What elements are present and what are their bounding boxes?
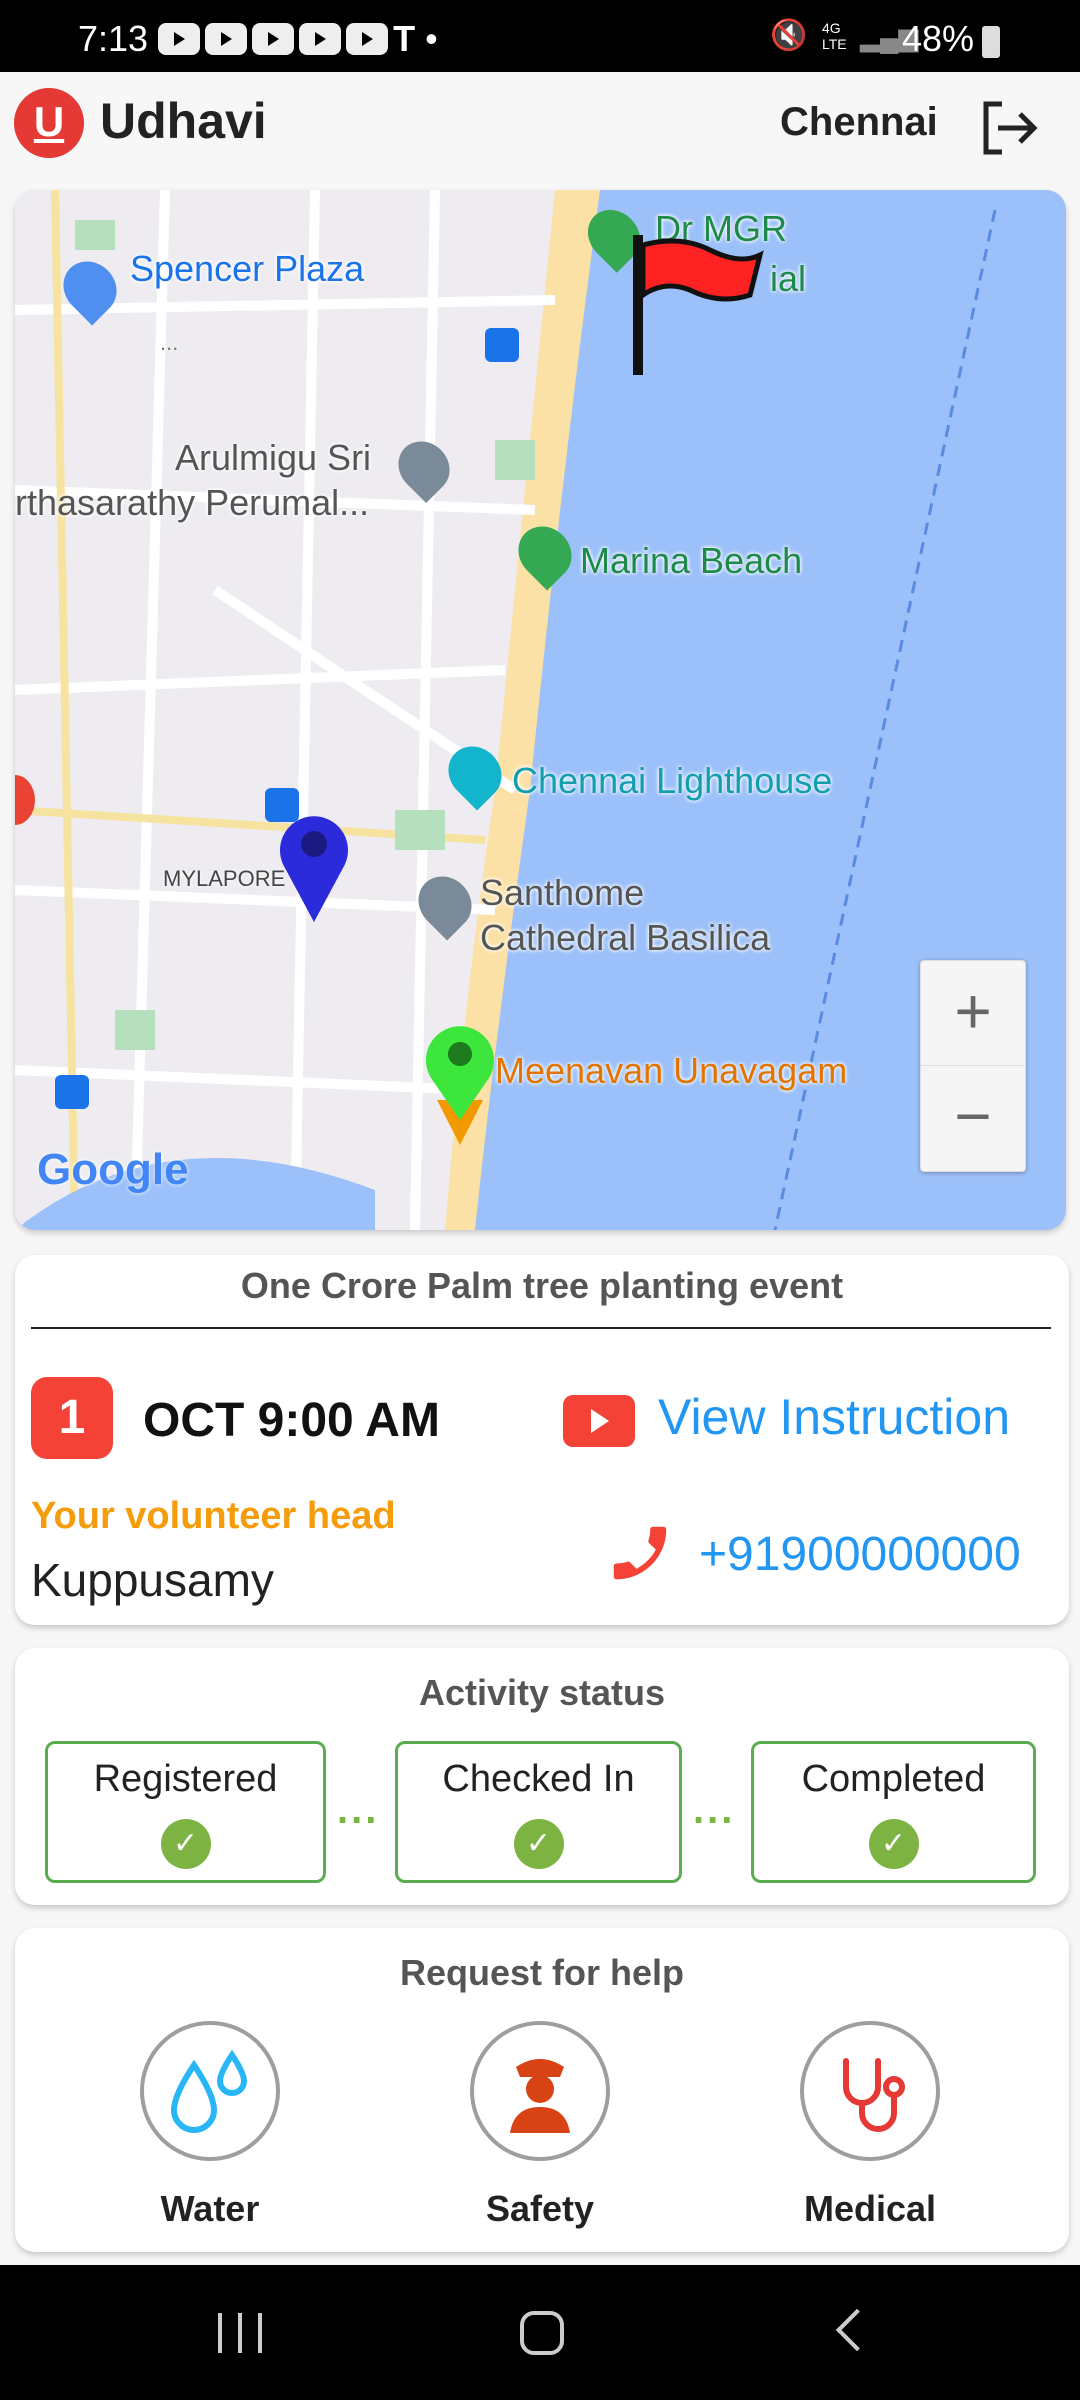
- check-icon: ✓: [513, 1819, 564, 1869]
- status-bar: 7:13 T • 🔇 4G LTE ▂▄▆ 48%: [0, 0, 1080, 72]
- divider: [31, 1327, 1051, 1329]
- volunteer-name: Kuppusamy: [31, 1554, 274, 1606]
- step-checked-in: Checked In ✓: [395, 1741, 682, 1883]
- home-button[interactable]: [520, 2311, 564, 2355]
- map-label-mylapore: MYLAPORE: [163, 866, 286, 891]
- app-logo: U: [14, 88, 84, 158]
- step-label: Completed: [801, 1758, 986, 1800]
- event-card: One Crore Palm tree planting event 1 OCT…: [15, 1255, 1069, 1625]
- event-title: One Crore Palm tree planting event: [240, 1265, 844, 1306]
- water-label: Water: [160, 2188, 260, 2229]
- metro-station-icon-3: [55, 1075, 89, 1109]
- map-label-lighthouse: Chennai Lighthouse: [512, 760, 833, 801]
- map-label-cathedral: Cathedral Basilica: [480, 917, 771, 958]
- back-button[interactable]: [835, 2308, 879, 2352]
- battery-percent: 48%: [902, 18, 975, 59]
- destination-pin-icon[interactable]: [423, 1020, 497, 1145]
- check-icon: ✓: [160, 1819, 211, 1869]
- metro-station-icon: [485, 328, 519, 362]
- phone-icon[interactable]: [605, 1517, 675, 1589]
- google-logo: Google: [37, 1145, 189, 1194]
- map-label-santhome: Santhome: [480, 872, 645, 913]
- zoom-out-button[interactable]: −: [921, 1066, 1025, 1171]
- police-officer-icon: [510, 2059, 570, 2133]
- battery-icon: [982, 26, 1000, 58]
- zoom-in-button[interactable]: +: [921, 961, 1025, 1066]
- stethoscope-icon: [843, 2058, 905, 2132]
- volunteer-head-label: Your volunteer head: [31, 1495, 396, 1537]
- event-day-badge: 1: [31, 1377, 113, 1459]
- youtube-icon[interactable]: [563, 1395, 635, 1447]
- safety-help-button[interactable]: [470, 2021, 610, 2161]
- activity-title: Activity status: [418, 1672, 666, 1713]
- zoom-controls: + −: [920, 960, 1026, 1172]
- network-icon: 4G LTE: [822, 20, 847, 52]
- map-label-meenavan: Meenavan Unavagam: [495, 1050, 848, 1091]
- step-registered: Registered ✓: [45, 1741, 326, 1883]
- map-label-temple-2: rthasarathy Perumal...: [15, 482, 370, 523]
- water-help-button[interactable]: [140, 2021, 280, 2161]
- help-request-card: Request for help Water Safety Medical: [15, 1928, 1069, 2252]
- check-icon: ✓: [868, 1819, 919, 1869]
- step-label: Checked In: [442, 1758, 635, 1800]
- system-nav-bar: [0, 2265, 1080, 2400]
- medical-help-button[interactable]: [800, 2021, 940, 2161]
- event-flag-icon[interactable]: [630, 235, 770, 375]
- status-time: 7:13 T •: [78, 18, 438, 59]
- step-label: Registered: [93, 1758, 278, 1800]
- map-label-temple: Arulmigu Sri: [175, 437, 372, 478]
- medical-label: Medical: [803, 2188, 937, 2229]
- step-completed: Completed ✓: [751, 1741, 1036, 1883]
- mute-icon: 🔇: [770, 19, 808, 52]
- event-date-time: OCT 9:00 AM: [143, 1394, 440, 1447]
- safety-label: Safety: [485, 2188, 595, 2229]
- view-instruction-link[interactable]: View Instruction: [658, 1388, 1010, 1446]
- step-connector-2: ...: [693, 1788, 736, 1832]
- carrier-icon: T: [393, 18, 416, 59]
- logout-icon[interactable]: [980, 100, 1040, 156]
- map-label-memorial: ial: [770, 258, 807, 299]
- app-name: Udhavi: [100, 93, 267, 149]
- city-selector[interactable]: Chennai: [780, 100, 938, 145]
- user-location-pin-icon[interactable]: [277, 810, 351, 922]
- step-connector: ...: [337, 1788, 380, 1832]
- help-title: Request for help: [399, 1952, 685, 1993]
- water-drops-icon: [170, 2049, 248, 2133]
- map-label-marina-beach: Marina Beach: [580, 540, 803, 581]
- map-view[interactable]: Spencer Plaza ... Dr MGR ial Arulmigu Sr…: [15, 190, 1066, 1230]
- activity-status-card: Activity status Registered ✓ ... Checked …: [15, 1648, 1069, 1905]
- volunteer-phone-link[interactable]: +91900000000: [699, 1527, 1021, 1582]
- recent-apps-button[interactable]: [218, 2313, 262, 2353]
- map-label-ellipsis: ...: [160, 330, 179, 355]
- map-label-spencer-plaza: Spencer Plaza: [130, 248, 365, 289]
